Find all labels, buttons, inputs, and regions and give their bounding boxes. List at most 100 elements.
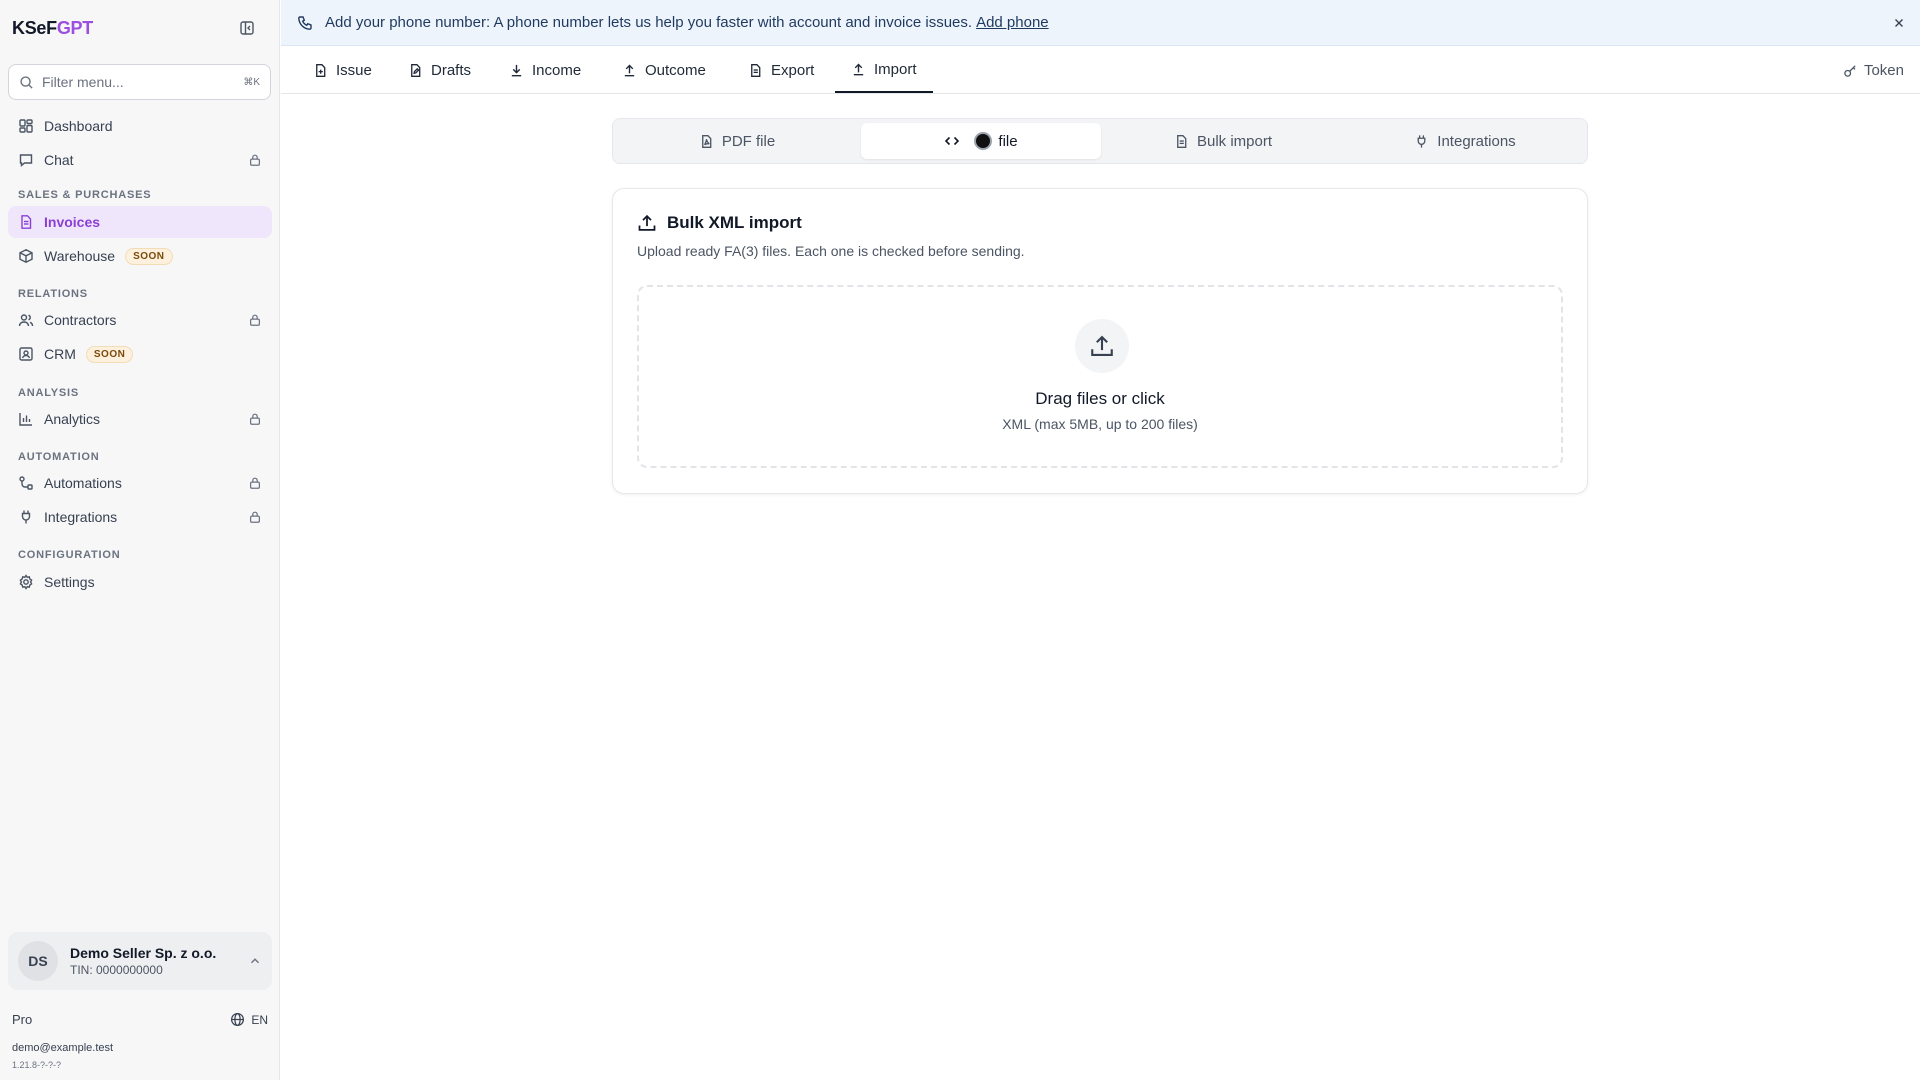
invoice-tabs: Issue Drafts Income Outcome Export Impor… [281, 47, 1920, 94]
sidebar-item-label: Integrations [44, 509, 118, 525]
account-name: Demo Seller Sp. z o.o. [70, 945, 217, 961]
tab-label: Drafts [431, 61, 472, 79]
tab-issue[interactable]: Issue [313, 47, 372, 93]
file-plus-icon [313, 63, 328, 78]
mode-label: file [998, 132, 1018, 150]
sidebar-item-label: Automations [44, 475, 122, 491]
phone-banner: Add your phone number: A phone number le… [281, 0, 1920, 46]
dropzone-title: Drag files or click [1035, 389, 1165, 408]
mode-pdf-file[interactable]: PDF file [617, 123, 857, 159]
cursor-indicator [974, 132, 993, 150]
contact-icon [18, 346, 34, 362]
lock-icon [248, 153, 262, 167]
plug-icon [18, 509, 34, 525]
filter-menu-input[interactable] [42, 74, 236, 90]
sidebar-item-contractors[interactable]: Contractors [8, 304, 272, 336]
token-label: Token [1863, 61, 1904, 79]
sidebar-item-label: Settings [44, 574, 95, 590]
language-switcher[interactable]: EN [230, 1012, 268, 1027]
sidebar-item-warehouse[interactable]: Warehouse SOON [8, 240, 272, 272]
sidebar-item-crm[interactable]: CRM SOON [8, 338, 272, 370]
avatar: DS [18, 941, 58, 981]
card-title-text: Bulk XML import [667, 213, 802, 232]
bar-chart-icon [18, 411, 34, 427]
app-logo[interactable]: KSeFGPT [12, 18, 93, 39]
bulk-xml-import-card: Bulk XML import Upload ready FA(3) files… [612, 188, 1588, 494]
file-text-icon [748, 63, 763, 78]
sidebar-toggle-icon[interactable] [235, 16, 259, 40]
soon-badge: SOON [85, 345, 134, 363]
upload-icon [1075, 319, 1129, 373]
upload-icon [637, 213, 657, 233]
invoice-icon [18, 214, 34, 230]
logo-accent: GPT [56, 17, 93, 38]
sidebar-item-label: Analytics [44, 411, 101, 427]
account-tin: TIN: 0000000000 [70, 963, 163, 977]
tab-label: Income [532, 61, 582, 79]
mode-bulk-import[interactable]: Bulk import [1103, 123, 1343, 159]
account-switcher[interactable]: DS Demo Seller Sp. z o.o. TIN: 000000000… [8, 932, 272, 990]
mode-integrations[interactable]: Integrations [1345, 123, 1585, 159]
section-analysis: ANALYSIS [18, 387, 80, 399]
tab-income[interactable]: Income [509, 47, 581, 93]
workflow-icon [18, 475, 34, 491]
tab-drafts[interactable]: Drafts [408, 47, 471, 93]
section-relations: RELATIONS [18, 288, 88, 300]
sidebar-item-label: Dashboard [44, 118, 113, 134]
lock-icon [248, 313, 262, 327]
sidebar-item-invoices[interactable]: Invoices [8, 206, 272, 238]
users-icon [18, 312, 34, 328]
gear-icon [18, 574, 34, 590]
mode-xml-file[interactable]: file [861, 123, 1101, 159]
sidebar-item-analytics[interactable]: Analytics [8, 403, 272, 435]
file-dropzone[interactable]: Drag files or click XML (max 5MB, up to … [637, 285, 1563, 468]
sidebar-item-settings[interactable]: Settings [8, 566, 272, 598]
tab-label: Export [771, 61, 815, 79]
banner-text: Add your phone number: A phone number le… [325, 14, 1049, 31]
sidebar-header: KSeFGPT [0, 0, 279, 56]
upload-icon [851, 62, 866, 77]
user-email: demo@example.test [12, 1042, 114, 1054]
app-version: 1.21.8-?-?-? [12, 1060, 62, 1070]
tab-outcome[interactable]: Outcome [622, 47, 706, 93]
filter-shortcut: ⌘K [243, 76, 260, 88]
lock-icon [248, 510, 262, 524]
mode-label: Bulk import [1196, 132, 1273, 150]
box-icon [18, 248, 34, 264]
sidebar-item-label: CRM [44, 346, 76, 362]
section-automation: AUTOMATION [18, 451, 100, 463]
sidebar-item-chat[interactable]: Chat [8, 144, 272, 176]
download-icon [509, 63, 524, 78]
chat-icon [18, 152, 34, 168]
sidebar-item-dashboard[interactable]: Dashboard [8, 110, 272, 142]
search-icon [19, 75, 34, 90]
plan-row: Pro EN [12, 1012, 268, 1027]
banner-message: Add your phone number: A phone number le… [325, 14, 973, 31]
import-mode-switcher: PDF file file Bulk import Integrations [612, 118, 1588, 164]
tab-export[interactable]: Export [748, 47, 814, 93]
logo-primary: KSeF [12, 17, 57, 38]
sidebar-item-automations[interactable]: Automations [8, 467, 272, 499]
close-icon[interactable] [1892, 16, 1906, 30]
plan-label: Pro [12, 1012, 33, 1027]
globe-icon [230, 1012, 245, 1027]
token-button[interactable]: Token [1843, 47, 1904, 93]
plug-icon [1414, 134, 1429, 149]
file-text-icon [1174, 134, 1189, 149]
add-phone-link[interactable]: Add phone [976, 14, 1049, 31]
section-configuration: CONFIGURATION [18, 549, 121, 561]
account-info: Demo Seller Sp. z o.o. TIN: 0000000000 [70, 945, 216, 977]
key-icon [1843, 63, 1858, 78]
tab-label: Outcome [645, 61, 706, 79]
draft-icon [408, 63, 423, 78]
card-title: Bulk XML import [637, 213, 802, 233]
dropzone-subtitle: XML (max 5MB, up to 200 files) [1002, 416, 1198, 432]
upload-icon [622, 63, 637, 78]
dashboard-icon [18, 118, 34, 134]
filter-menu-field[interactable]: ⌘K [8, 64, 271, 100]
language-label: EN [251, 1012, 268, 1027]
sidebar-item-integrations[interactable]: Integrations [8, 501, 272, 533]
tab-import[interactable]: Import [835, 47, 933, 93]
chevron-up-icon [248, 954, 262, 968]
sidebar-item-label: Chat [44, 152, 74, 168]
